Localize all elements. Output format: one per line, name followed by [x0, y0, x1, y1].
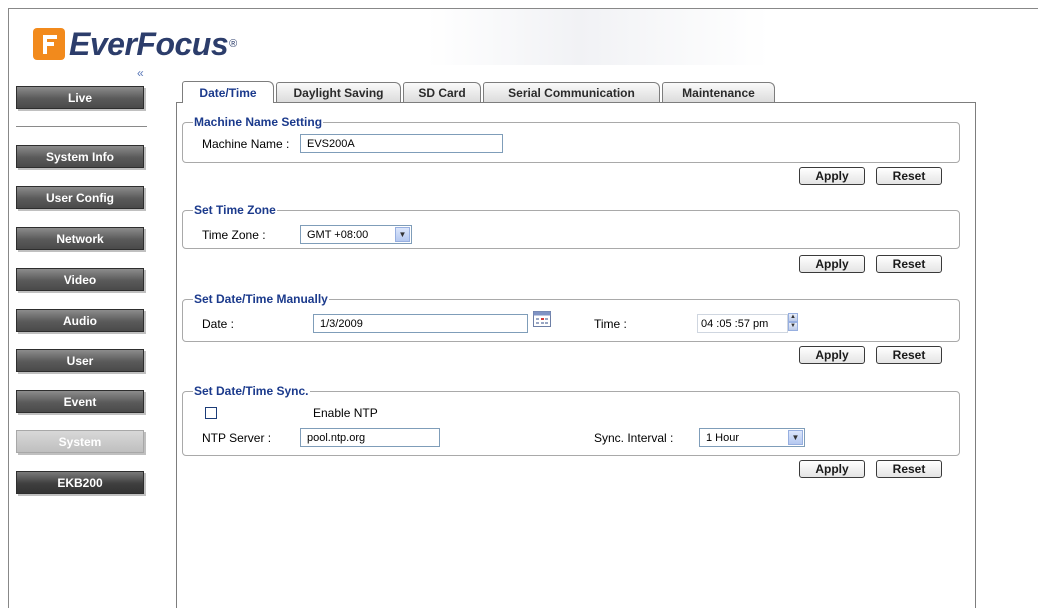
date-label: Date : [202, 317, 235, 331]
manual-apply-button[interactable]: Apply [799, 346, 865, 364]
sidebar-item-video[interactable]: Video [16, 268, 144, 291]
time-input[interactable]: 04 :05 :57 pm [697, 314, 788, 333]
sync-section: Set Date/Time Sync. [182, 384, 960, 456]
machine-name-section: Machine Name Setting [182, 115, 960, 163]
sidebar-item-network[interactable]: Network [16, 227, 144, 250]
collapse-sidebar-icon[interactable]: « [137, 66, 144, 80]
manual-reset-button[interactable]: Reset [876, 346, 942, 364]
timezone-reset-button[interactable]: Reset [876, 255, 942, 273]
tab-date-time[interactable]: Date/Time [182, 81, 274, 103]
enable-ntp-checkbox[interactable] [205, 407, 217, 419]
brand-logo: EverFocus ® [33, 25, 237, 63]
spin-up-icon[interactable]: ▲ [788, 313, 798, 322]
sidebar-item-audio[interactable]: Audio [16, 309, 144, 332]
tab-sd-card[interactable]: SD Card [403, 82, 481, 102]
sidebar-item-user[interactable]: User [16, 349, 144, 372]
timezone-apply-button[interactable]: Apply [799, 255, 865, 273]
sidebar-item-system-info[interactable]: System Info [16, 145, 144, 168]
machine-name-input[interactable]: EVS200A [300, 134, 503, 153]
header: EverFocus ® [9, 9, 769, 65]
sync-interval-value: 1 Hour [706, 431, 740, 444]
time-zone-legend: Set Time Zone [194, 203, 276, 217]
manual-datetime-legend: Set Date/Time Manually [194, 292, 328, 306]
registered-mark: ® [229, 38, 238, 50]
ntp-server-label: NTP Server : [202, 431, 272, 445]
ntp-server-input[interactable]: pool.ntp.org [300, 428, 440, 447]
spin-down-icon[interactable]: ▼ [788, 322, 798, 331]
machine-name-legend: Machine Name Setting [194, 115, 323, 129]
time-zone-label: Time Zone : [202, 228, 266, 242]
enable-ntp-label: Enable NTP [313, 406, 378, 420]
sidebar-item-event[interactable]: Event [16, 390, 144, 413]
time-zone-select[interactable]: GMT +08:00 ▼ [300, 225, 412, 244]
sidebar-item-live[interactable]: Live [16, 86, 144, 109]
brand-name: EverFocus [69, 25, 229, 62]
time-spinner[interactable]: ▲ ▼ [788, 313, 798, 332]
tab-maintenance[interactable]: Maintenance [662, 82, 775, 102]
tab-daylight-saving[interactable]: Daylight Saving [276, 82, 401, 102]
sync-reset-button[interactable]: Reset [876, 460, 942, 478]
logo-mark-icon [33, 28, 65, 60]
sidebar-item-ekb200[interactable]: EKB200 [16, 471, 144, 494]
sidebar-divider [16, 126, 147, 127]
time-zone-section: Set Time Zone [182, 203, 960, 249]
sync-interval-label: Sync. Interval : [594, 431, 674, 445]
manual-datetime-section: Set Date/Time Manually [182, 292, 960, 342]
calendar-icon[interactable] [533, 311, 551, 327]
sync-apply-button[interactable]: Apply [799, 460, 865, 478]
machine-name-label: Machine Name : [202, 137, 290, 151]
chevron-down-icon: ▼ [395, 227, 410, 242]
sidebar-item-system[interactable]: System [16, 430, 144, 453]
sync-interval-select[interactable]: 1 Hour ▼ [699, 428, 805, 447]
machine-reset-button[interactable]: Reset [876, 167, 942, 185]
time-zone-value: GMT +08:00 [307, 228, 369, 241]
tab-serial-communication[interactable]: Serial Communication [483, 82, 660, 102]
chevron-down-icon: ▼ [788, 430, 803, 445]
date-input[interactable]: 1/3/2009 [313, 314, 528, 333]
tab-underline [176, 102, 976, 103]
machine-apply-button[interactable]: Apply [799, 167, 865, 185]
time-label: Time : [594, 317, 627, 331]
sync-legend: Set Date/Time Sync. [194, 384, 309, 398]
sidebar-item-user-config[interactable]: User Config [16, 186, 144, 209]
